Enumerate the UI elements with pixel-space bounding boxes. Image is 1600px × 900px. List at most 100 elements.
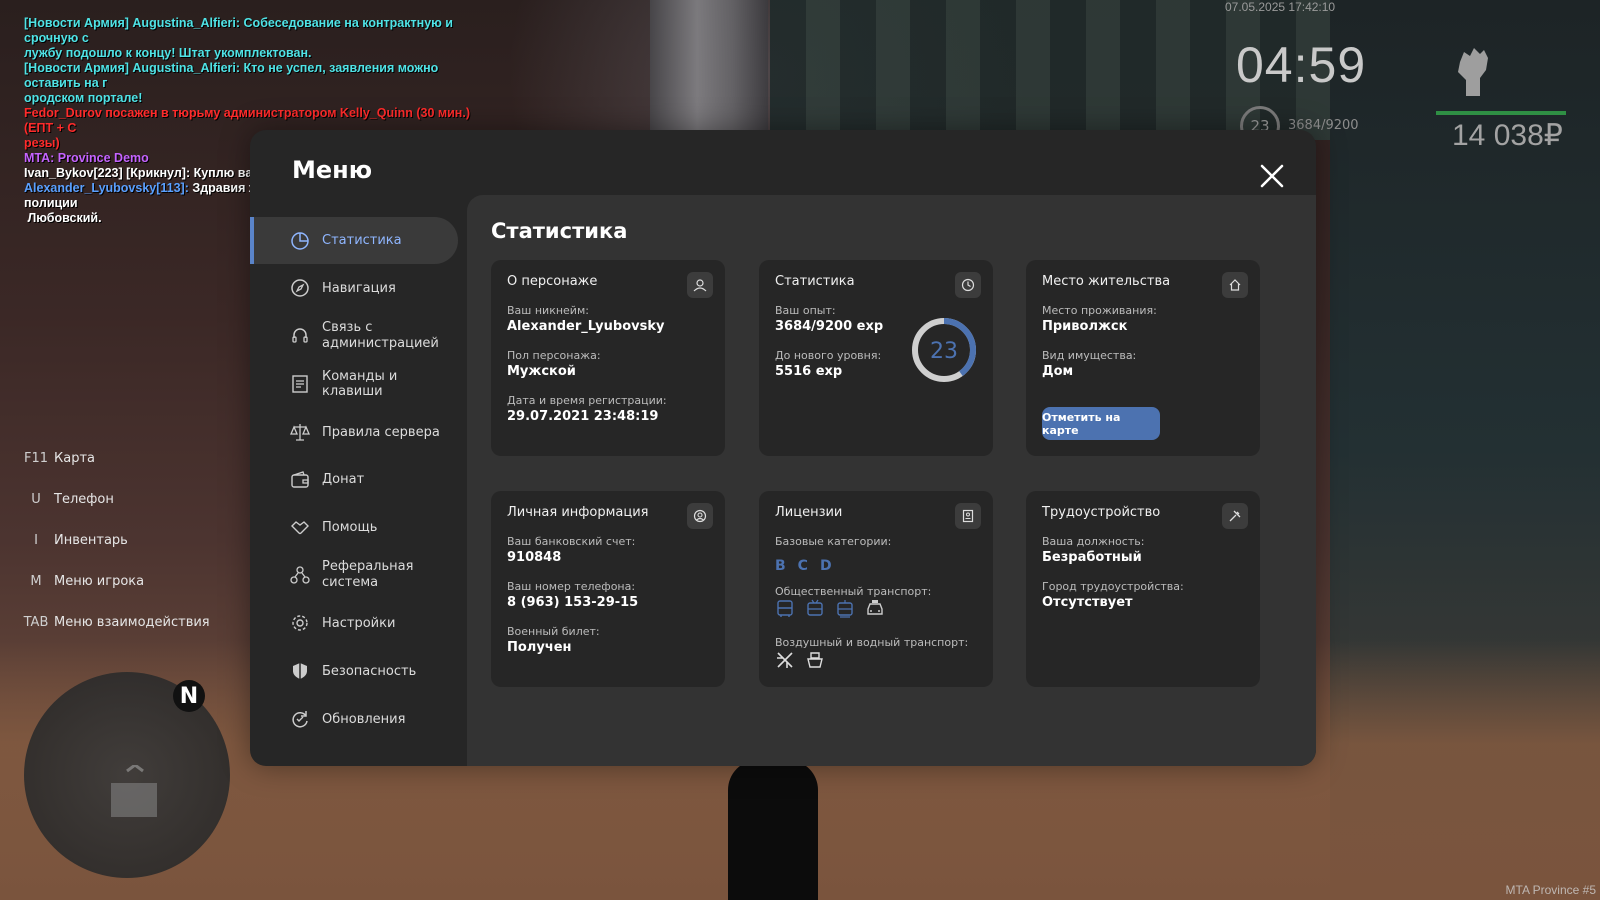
license-category-b: B bbox=[775, 558, 786, 574]
nav-item-admin-contact[interactable]: Связь с администрацией bbox=[250, 312, 458, 360]
clock-icon bbox=[955, 272, 981, 298]
list-icon bbox=[290, 374, 310, 394]
nav-item-label: Правила сервера bbox=[322, 424, 440, 440]
card-title: Трудоустройство bbox=[1042, 505, 1161, 520]
hotkey-player-menu[interactable]: M Меню игрока bbox=[18, 561, 210, 602]
field-label: Военный билет: bbox=[507, 625, 600, 638]
field-label: Ваш опыт: bbox=[775, 304, 836, 317]
registration-value: 29.07.2021 23:48:19 bbox=[507, 409, 659, 424]
field-label: Ваш номер телефона: bbox=[507, 580, 636, 593]
field-label: Ваш банковский счет: bbox=[507, 535, 636, 548]
field-label: Ваш никнейм: bbox=[507, 304, 589, 317]
server-watermark: MTA Province #5 bbox=[1505, 883, 1596, 897]
level-number: 23 bbox=[930, 339, 958, 364]
field-label: Общественный транспорт: bbox=[775, 585, 932, 598]
minimap-north-marker: N bbox=[173, 680, 205, 712]
field-label: До нового уровня: bbox=[775, 349, 882, 362]
card-title: Личная информация bbox=[507, 505, 649, 520]
level-progress-ring: 23 bbox=[912, 318, 976, 382]
field-label: Воздушный и водный транспорт: bbox=[775, 636, 969, 649]
card-employment: Трудоустройство Ваша должность: Безработ… bbox=[1026, 491, 1260, 687]
hotkey-label: Инвентарь bbox=[54, 533, 128, 548]
position-value: Безработный bbox=[1042, 550, 1142, 565]
residence-value: Приволжск bbox=[1042, 319, 1128, 334]
public-transport-licenses bbox=[775, 599, 885, 619]
chat-line: [Новости Армия] Augustina_Alfieri: Кто н… bbox=[24, 61, 439, 105]
field-label: Вид имущества: bbox=[1042, 349, 1137, 362]
field-label: Базовые категории: bbox=[775, 535, 892, 548]
hotkey-label: Меню игрока bbox=[54, 574, 145, 589]
hotkey-interaction-menu[interactable]: TAB Меню взаимодействия bbox=[18, 602, 210, 643]
pie-chart-icon bbox=[290, 231, 310, 251]
hotkey-key: TAB bbox=[23, 615, 49, 630]
card-title: О персонаже bbox=[507, 274, 598, 289]
network-icon bbox=[290, 565, 310, 585]
player-character bbox=[728, 760, 818, 900]
field-label: Ваша должность: bbox=[1042, 535, 1145, 548]
nav-item-referral[interactable]: Реферальная система bbox=[250, 551, 458, 599]
card-title: Статистика bbox=[775, 274, 855, 289]
headset-icon bbox=[290, 326, 310, 346]
card-statistics: Статистика Ваш опыт: 3684/9200 exp До но… bbox=[759, 260, 993, 456]
card-licenses: Лицензии Базовые категории: B C D Общест… bbox=[759, 491, 993, 687]
minimap-building-icon bbox=[111, 765, 157, 817]
wallet-icon bbox=[290, 470, 310, 490]
bank-account-value: 910848 bbox=[507, 550, 562, 565]
card-title: Лицензии bbox=[775, 505, 843, 520]
property-type-value: Дом bbox=[1042, 364, 1074, 379]
nickname-value: Alexander_Lyubovsky bbox=[507, 319, 665, 334]
field-label: Место проживания: bbox=[1042, 304, 1157, 317]
nav-item-label: Навигация bbox=[322, 280, 396, 296]
menu-sidebar: Статистика Навигация Связь с администрац… bbox=[250, 217, 466, 743]
hotkey-map[interactable]: F11 Карта bbox=[18, 438, 210, 479]
nav-item-settings[interactable]: Настройки bbox=[250, 599, 458, 647]
health-bar bbox=[1436, 111, 1566, 115]
nav-item-navigation[interactable]: Навигация bbox=[250, 264, 458, 312]
card-character: О персонаже Ваш никнейм: Alexander_Lyubo… bbox=[491, 260, 725, 456]
boat-icon bbox=[807, 652, 823, 668]
hotkey-key: I bbox=[34, 533, 38, 548]
hotkey-label: Телефон bbox=[54, 492, 114, 507]
nav-item-label: Обновления bbox=[322, 711, 406, 727]
hotkey-key: F11 bbox=[23, 451, 49, 466]
hotkey-list: F11 Карта U Телефон I Инвентарь M Меню игрок… bbox=[18, 438, 210, 643]
nav-item-statistics[interactable]: Статистика bbox=[250, 217, 458, 264]
phone-value: 8 (963) 153-29-15 bbox=[507, 595, 639, 610]
license-category-c: C bbox=[797, 558, 808, 574]
close-icon[interactable] bbox=[1252, 156, 1292, 196]
exp-value: 3684/9200 exp bbox=[775, 319, 884, 334]
nav-item-rules[interactable]: Правила сервера bbox=[250, 408, 458, 456]
background-pillar bbox=[650, 0, 768, 140]
fist-icon bbox=[1458, 48, 1488, 96]
hotkey-phone[interactable]: U Телефон bbox=[18, 479, 210, 520]
tram-icon bbox=[837, 600, 853, 618]
user-circle-icon bbox=[687, 503, 713, 529]
chat-sender: Alexander_Lyubovsky[113]: bbox=[24, 181, 189, 195]
hotkey-inventory[interactable]: I Инвентарь bbox=[18, 520, 210, 561]
nav-item-label: Безопасность bbox=[322, 663, 417, 679]
hud-date: 07.05.2025 17:42:10 bbox=[1225, 0, 1336, 14]
hud-clock: 04:59 bbox=[1236, 37, 1367, 93]
tools-icon bbox=[1222, 503, 1248, 529]
license-category-d: D bbox=[819, 558, 832, 574]
shield-icon bbox=[290, 661, 310, 681]
gear-icon bbox=[290, 613, 310, 633]
menu-title: Меню bbox=[292, 156, 373, 184]
hotkey-key: U bbox=[31, 492, 41, 507]
nav-item-security[interactable]: Безопасность bbox=[250, 647, 458, 695]
nav-item-label: Статистика bbox=[322, 233, 402, 248]
nav-item-commands[interactable]: Команды и клавиши bbox=[250, 360, 458, 408]
license-categories: B C D bbox=[775, 558, 832, 574]
player-menu-window: Меню Статистика Навигация Связь с админи… bbox=[250, 130, 1316, 766]
hotkey-key: M bbox=[30, 574, 42, 589]
nav-item-donate[interactable]: Донат bbox=[250, 456, 458, 503]
nav-item-help[interactable]: Помощь bbox=[250, 503, 458, 551]
military-id-value: Получен bbox=[507, 640, 572, 655]
house-icon bbox=[1222, 272, 1248, 298]
scales-icon bbox=[290, 422, 310, 442]
mark-on-map-button[interactable]: Отметить на карте bbox=[1042, 407, 1160, 440]
nav-item-label: Команды и клавиши bbox=[322, 369, 398, 399]
card-title: Место жительства bbox=[1042, 274, 1171, 289]
taxi-icon bbox=[867, 600, 883, 615]
nav-item-updates[interactable]: Обновления bbox=[250, 695, 458, 743]
